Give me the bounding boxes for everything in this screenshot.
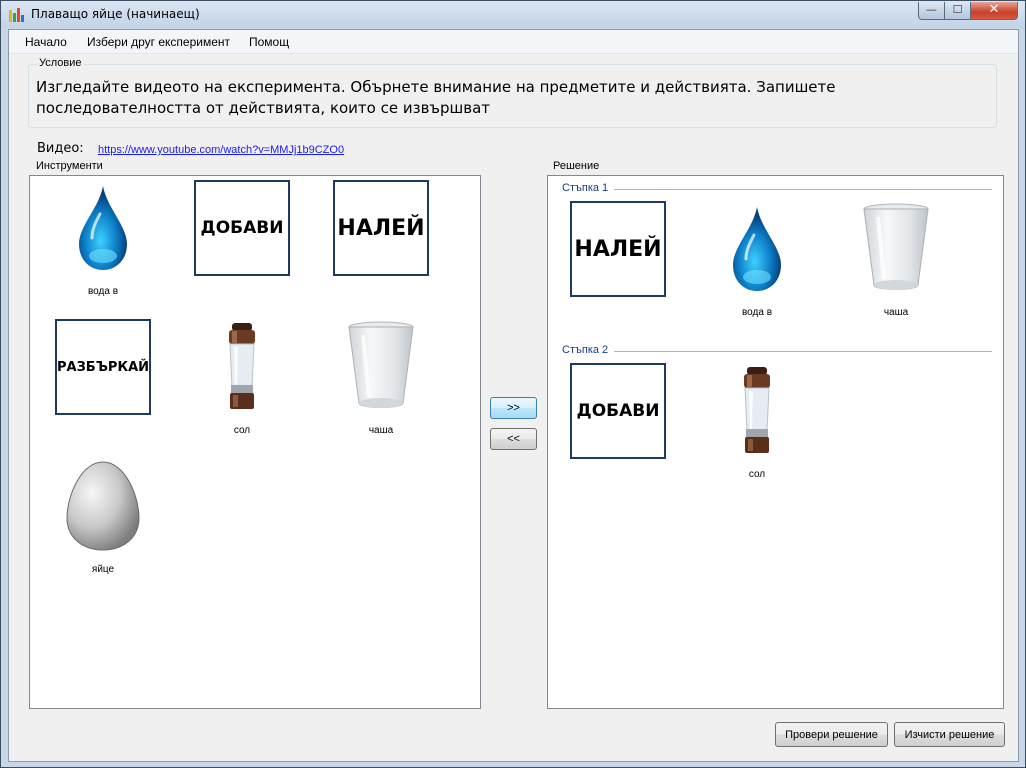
step-divider xyxy=(614,189,992,190)
tile-caption: чаша xyxy=(368,425,394,436)
tile-caption: сол xyxy=(233,425,251,436)
check-solution-button[interactable]: Провери решение xyxy=(775,722,888,747)
menu-item-start[interactable]: Начало xyxy=(25,35,67,49)
remove-from-solution-button[interactable]: << xyxy=(490,428,537,450)
tool-tile[interactable]: яйце xyxy=(55,458,151,575)
solution-panel: Стъпка 1 НАЛЕЙ вода в чаша Стъпка 2 ДОБАВИ сол xyxy=(547,175,1004,709)
salt-shaker-icon xyxy=(194,319,290,415)
word-card: РАЗБЪРКАЙ xyxy=(55,319,151,415)
app-window: Плаващо яйце (начинаещ) — ☐ ✕ Начало Изб… xyxy=(0,0,1026,768)
word-card: ДОБАВИ xyxy=(194,180,290,276)
word-card: НАЛЕЙ xyxy=(570,201,666,297)
tile-caption: яйце xyxy=(91,564,115,575)
step-title: Стъпка 1 xyxy=(562,182,609,194)
glass-icon xyxy=(848,201,944,297)
menu-item-help[interactable]: Помощ xyxy=(249,35,289,49)
solution-tile[interactable]: ДОБАВИ xyxy=(570,363,666,459)
tools-panel: вода в ДОБАВИ НАЛЕЙ РАЗБЪРКАЙ сол чаша яйце xyxy=(29,175,481,709)
tool-tile[interactable]: вода в xyxy=(55,180,151,297)
word-card: НАЛЕЙ xyxy=(333,180,429,276)
tools-group-label: Инструменти xyxy=(34,160,105,172)
maximize-button[interactable]: ☐ xyxy=(944,2,971,20)
close-button[interactable]: ✕ xyxy=(970,2,1018,20)
tile-caption: чаша xyxy=(883,307,909,318)
condition-text: Изгледайте видеото на експеримента. Обър… xyxy=(36,78,836,117)
tool-tile[interactable]: сол xyxy=(194,319,290,436)
solution-tile[interactable]: сол xyxy=(709,363,805,480)
tile-caption: вода в xyxy=(741,307,773,318)
client-area: Начало Избери друг експеримент Помощ Усл… xyxy=(8,29,1019,762)
video-label: Видео: xyxy=(37,141,84,156)
condition-group-label: Условие xyxy=(37,57,84,69)
solution-tile[interactable]: НАЛЕЙ xyxy=(570,201,666,297)
tile-caption: сол xyxy=(748,469,766,480)
egg-icon xyxy=(55,458,151,554)
glass-icon xyxy=(333,319,429,415)
solution-tile[interactable]: вода в xyxy=(709,201,805,318)
salt-shaker-icon xyxy=(709,363,805,459)
minimize-button[interactable]: — xyxy=(918,2,945,20)
step-title: Стъпка 2 xyxy=(562,344,609,356)
window-title: Плаващо яйце (начинаещ) xyxy=(31,7,200,21)
tool-tile[interactable]: НАЛЕЙ xyxy=(333,180,429,276)
solution-tile[interactable]: чаша xyxy=(848,201,944,318)
word-card: ДОБАВИ xyxy=(570,363,666,459)
tool-tile[interactable]: чаша xyxy=(333,319,429,436)
step-divider xyxy=(614,351,992,352)
clear-solution-button[interactable]: Изчисти решение xyxy=(894,722,1005,747)
water-drop-icon xyxy=(709,201,805,297)
solution-group-label: Решение xyxy=(551,160,602,172)
menu-item-choose-experiment[interactable]: Избери друг експеримент xyxy=(87,35,230,49)
app-icon xyxy=(9,8,25,22)
tile-caption: вода в xyxy=(87,286,119,297)
title-bar[interactable]: Плаващо яйце (начинаещ) — ☐ ✕ xyxy=(1,1,1025,28)
tool-tile[interactable]: ДОБАВИ xyxy=(194,180,290,276)
water-drop-icon xyxy=(55,180,151,276)
tool-tile[interactable]: РАЗБЪРКАЙ xyxy=(55,319,151,415)
video-link[interactable]: https://www.youtube.com/watch?v=MMJj1b9C… xyxy=(98,144,344,156)
add-to-solution-button[interactable]: >> xyxy=(490,397,537,419)
menu-bar: Начало Избери друг експеримент Помощ xyxy=(9,30,1018,54)
